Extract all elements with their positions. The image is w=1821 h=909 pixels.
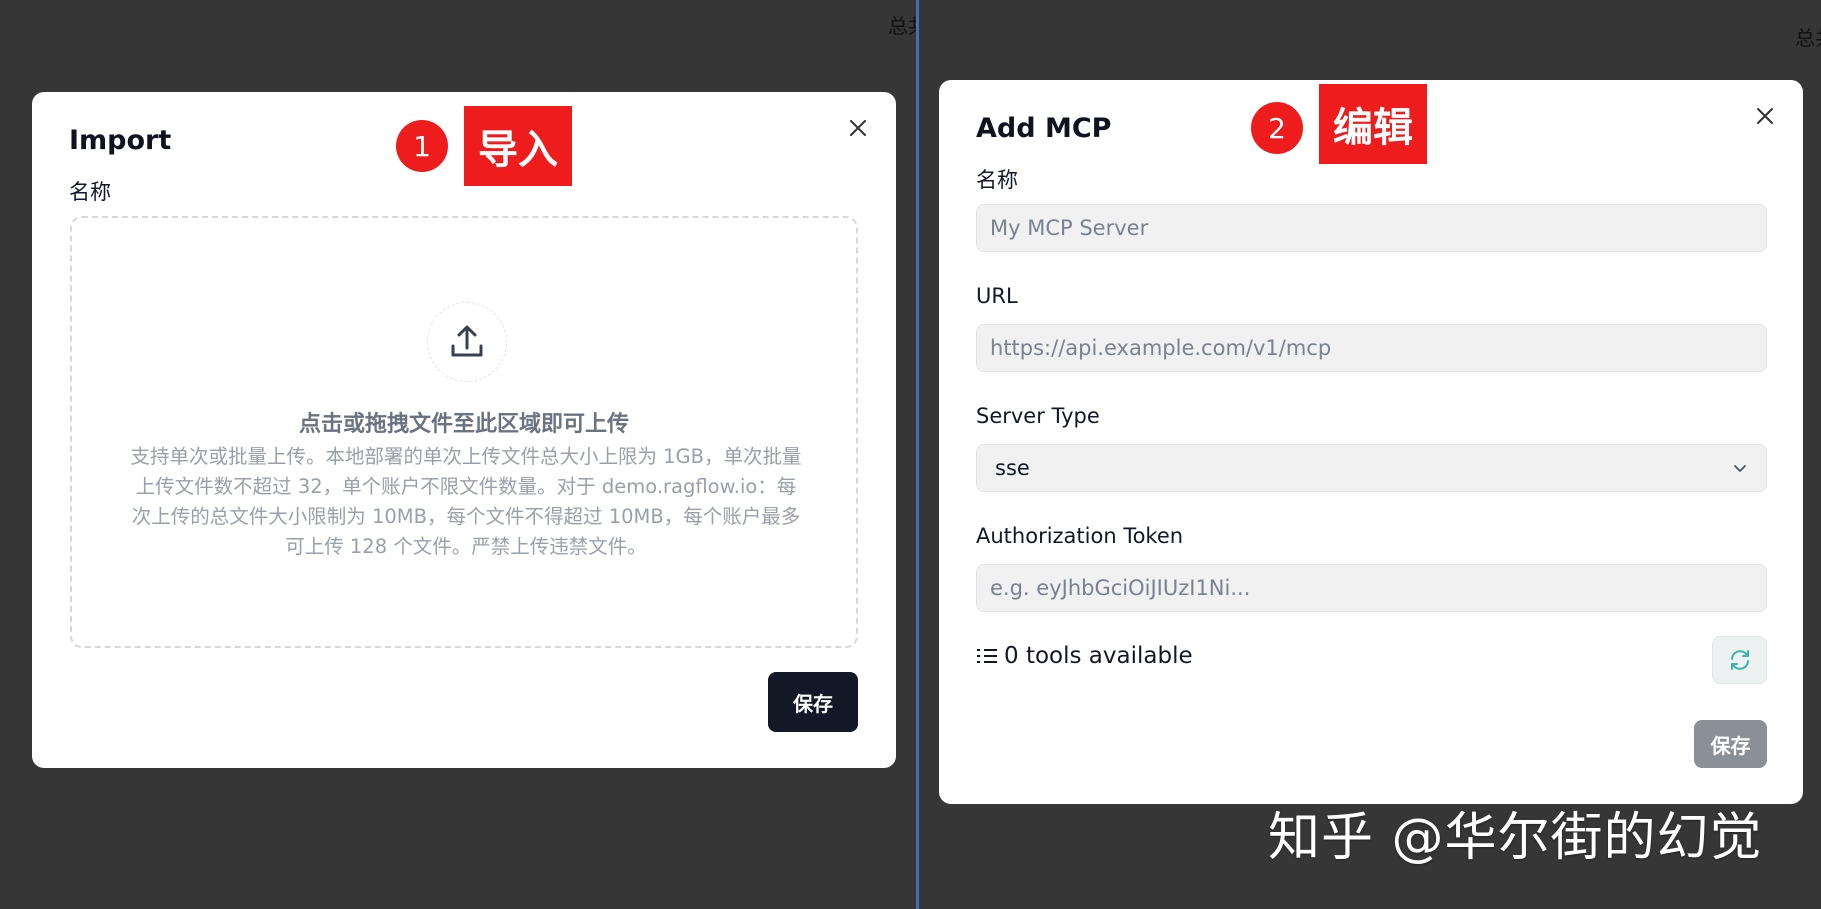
import-dialog: Import 1 导入 名称 点击或拖拽文件至此区域即可上传 支持单次或批量上传… — [32, 92, 896, 768]
refresh-icon — [1730, 650, 1749, 670]
step-badge-1: 1 — [396, 120, 448, 172]
close-button[interactable] — [1751, 102, 1779, 130]
upload-icon-container — [427, 302, 507, 382]
import-dialog-title: Import — [69, 125, 172, 156]
server-type-value: sse — [995, 456, 1030, 480]
server-type-label: Server Type — [976, 404, 1100, 428]
url-label: URL — [976, 284, 1018, 308]
upload-dropzone[interactable]: 点击或拖拽文件至此区域即可上传 支持单次或批量上传。本地部署的单次上传文件总大小… — [70, 216, 858, 648]
name-label: 名称 — [976, 168, 1018, 192]
dropzone-title: 点击或拖拽文件至此区域即可上传 — [298, 412, 629, 437]
close-icon — [850, 120, 866, 136]
step-badge-2: 2 — [1251, 102, 1303, 154]
upload-icon — [451, 325, 483, 357]
list-icon — [977, 649, 997, 663]
background-left-text: 总共 — [888, 14, 916, 38]
server-type-select[interactable]: sse — [976, 444, 1767, 492]
add-mcp-dialog-title: Add MCP — [976, 113, 1112, 144]
background-right-text: 总共 — [1795, 26, 1821, 50]
dropzone-description: 支持单次或批量上传。本地部署的单次上传文件总大小上限为 1GB，单次批量上传文件… — [130, 445, 802, 558]
add-mcp-dialog: Add MCP 2 编辑 名称 URL Server Type sse Auth… — [939, 80, 1803, 804]
authorization-token-input[interactable] — [976, 564, 1767, 612]
authorization-token-label: Authorization Token — [976, 524, 1184, 548]
chevron-down-icon — [1734, 465, 1746, 472]
tools-summary: 0 tools available — [976, 643, 1193, 669]
refresh-tools-button[interactable] — [1712, 636, 1767, 684]
watermark-text: 知乎 @华尔街的幻觉 — [1268, 808, 1763, 868]
tools-count-text: 0 tools available — [1004, 643, 1193, 669]
import-annotation-label: 导入 — [464, 106, 572, 186]
screenshot-stage: 总共 总共 Import 1 导入 名称 点击或拖拽文件至此区域即可上传 支持单… — [0, 0, 1821, 909]
url-input[interactable] — [976, 324, 1767, 372]
close-icon — [1757, 108, 1773, 124]
edit-annotation-label: 编辑 — [1319, 84, 1427, 164]
name-label: 名称 — [69, 180, 111, 204]
save-button[interactable]: 保存 — [768, 672, 858, 732]
server-name-input[interactable] — [976, 204, 1767, 252]
save-button[interactable]: 保存 — [1694, 720, 1767, 768]
close-button[interactable] — [844, 114, 872, 142]
panel-divider — [916, 0, 919, 909]
